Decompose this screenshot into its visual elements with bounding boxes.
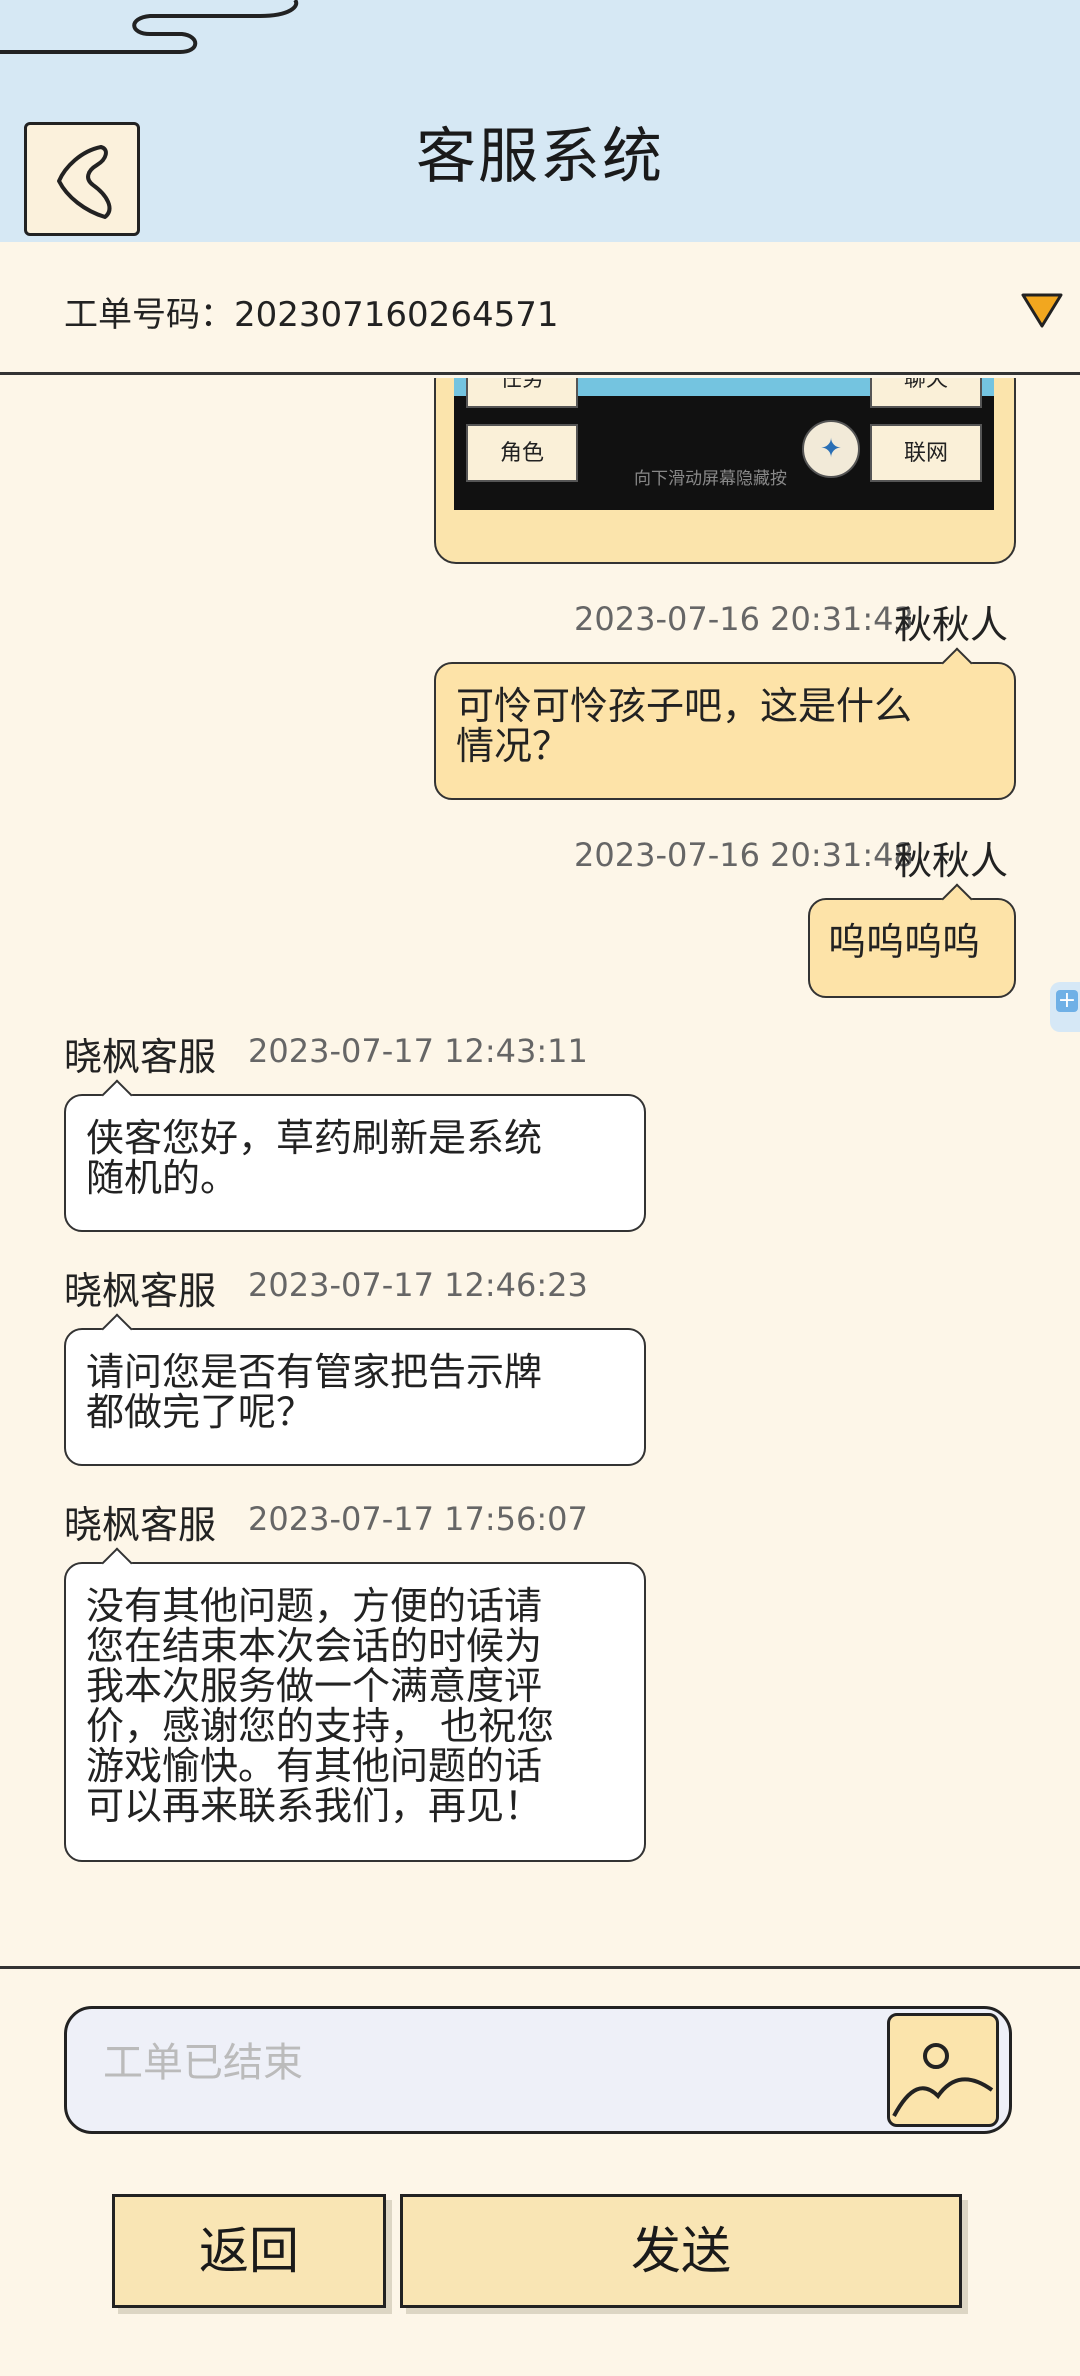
- user-message-bubble: 呜呜呜呜: [808, 883, 1016, 998]
- image-message-content: 任务 聊天 角色 联网 向下滑动屏幕隐藏按 ✦: [454, 378, 994, 510]
- back-bottom-button[interactable]: 返回: [112, 2194, 386, 2308]
- message-sender: 晓枫客服: [64, 1269, 217, 1313]
- message-line: 情况？: [456, 724, 571, 768]
- top-divider: [0, 372, 1080, 375]
- bubble-tail: [941, 883, 973, 915]
- cs-message-bubble: 侠客您好，草药刷新是系统 随机的。: [64, 1079, 646, 1232]
- message-sender: 晓枫客服: [64, 1503, 217, 1547]
- bubble-tail: [101, 1313, 133, 1345]
- message-time: 2023-07-17 12:46:23: [248, 1266, 588, 1304]
- message-line: 没有其他问题，方便的话请: [86, 1584, 543, 1628]
- user-message-bubble: 可怜可怜孩子吧，这是什么 情况？: [434, 647, 1016, 800]
- ticket-number: 工单号码：202307160264571: [64, 295, 559, 335]
- message-line: 价，感谢您的支持， 也祝您: [86, 1704, 555, 1748]
- message-sender: 晓枫客服: [64, 1035, 217, 1079]
- message-input[interactable]: [101, 2035, 865, 2091]
- bubble-tail: [101, 1079, 133, 1111]
- cs-message-bubble: 没有其他问题，方便的话请 您在结束本次会话的时候为 我本次服务做一个满意度评 价…: [64, 1547, 646, 1862]
- plus-icon: +: [1056, 988, 1078, 1013]
- meditation-icon: ✦: [802, 420, 860, 478]
- image-message[interactable]: 任务 聊天 角色 联网 向下滑动屏幕隐藏按 ✦: [434, 378, 1016, 564]
- message-time: 2023-07-16 20:31:43: [574, 600, 914, 638]
- message-time: 2023-07-16 20:31:48: [574, 836, 914, 874]
- bubble-tail: [101, 1547, 133, 1579]
- image-button-role: 角色: [466, 424, 578, 482]
- page-title: 客服系统: [416, 122, 664, 192]
- message-line: 游戏愉快。有其他问题的话: [86, 1744, 543, 1788]
- cloud-decoration: [0, 0, 299, 54]
- message-line: 请问您是否有管家把告示牌: [86, 1350, 543, 1394]
- message-time: 2023-07-17 17:56:07: [248, 1500, 588, 1538]
- image-button-task: 任务: [466, 378, 578, 408]
- message-input-box[interactable]: [64, 2006, 1012, 2134]
- message-sender: 秋秋人: [894, 839, 1009, 883]
- message-line: 可怜可怜孩子吧，这是什么: [456, 684, 913, 728]
- message-line: 都做完了呢？: [86, 1390, 315, 1434]
- image-upload-button[interactable]: [887, 2013, 999, 2127]
- chat-area[interactable]: 任务 聊天 角色 联网 向下滑动屏幕隐藏按 ✦ 2023-07-16 20:31…: [0, 378, 1080, 1960]
- dropdown-triangle-icon[interactable]: [1020, 292, 1064, 330]
- message-line: 随机的。: [86, 1156, 239, 1200]
- message-line: 我本次服务做一个满意度评: [86, 1664, 543, 1708]
- image-button-chat: 聊天: [870, 378, 982, 408]
- message-line: 呜呜呜呜: [828, 920, 981, 964]
- bubble-tail: [941, 647, 973, 679]
- message-time: 2023-07-17 12:43:11: [248, 1032, 588, 1070]
- image-hint: 向下滑动屏幕隐藏按: [634, 469, 787, 489]
- header: 客服系统: [0, 0, 1080, 242]
- side-feedback-tab[interactable]: +: [1050, 982, 1080, 1032]
- message-line: 可以再来联系我们，再见！: [86, 1784, 543, 1828]
- message-sender: 秋秋人: [894, 603, 1009, 647]
- image-icon: [892, 2043, 994, 2117]
- cs-message-bubble: 请问您是否有管家把告示牌 都做完了呢？: [64, 1313, 646, 1466]
- image-button-network: 联网: [870, 424, 982, 482]
- ticket-bar: 工单号码：202307160264571: [0, 242, 1080, 374]
- bottom-divider: [0, 1966, 1080, 1969]
- message-line: 侠客您好，草药刷新是系统: [86, 1116, 543, 1160]
- message-line: 您在结束本次会话的时候为: [86, 1624, 543, 1668]
- send-button[interactable]: 发送: [400, 2194, 962, 2308]
